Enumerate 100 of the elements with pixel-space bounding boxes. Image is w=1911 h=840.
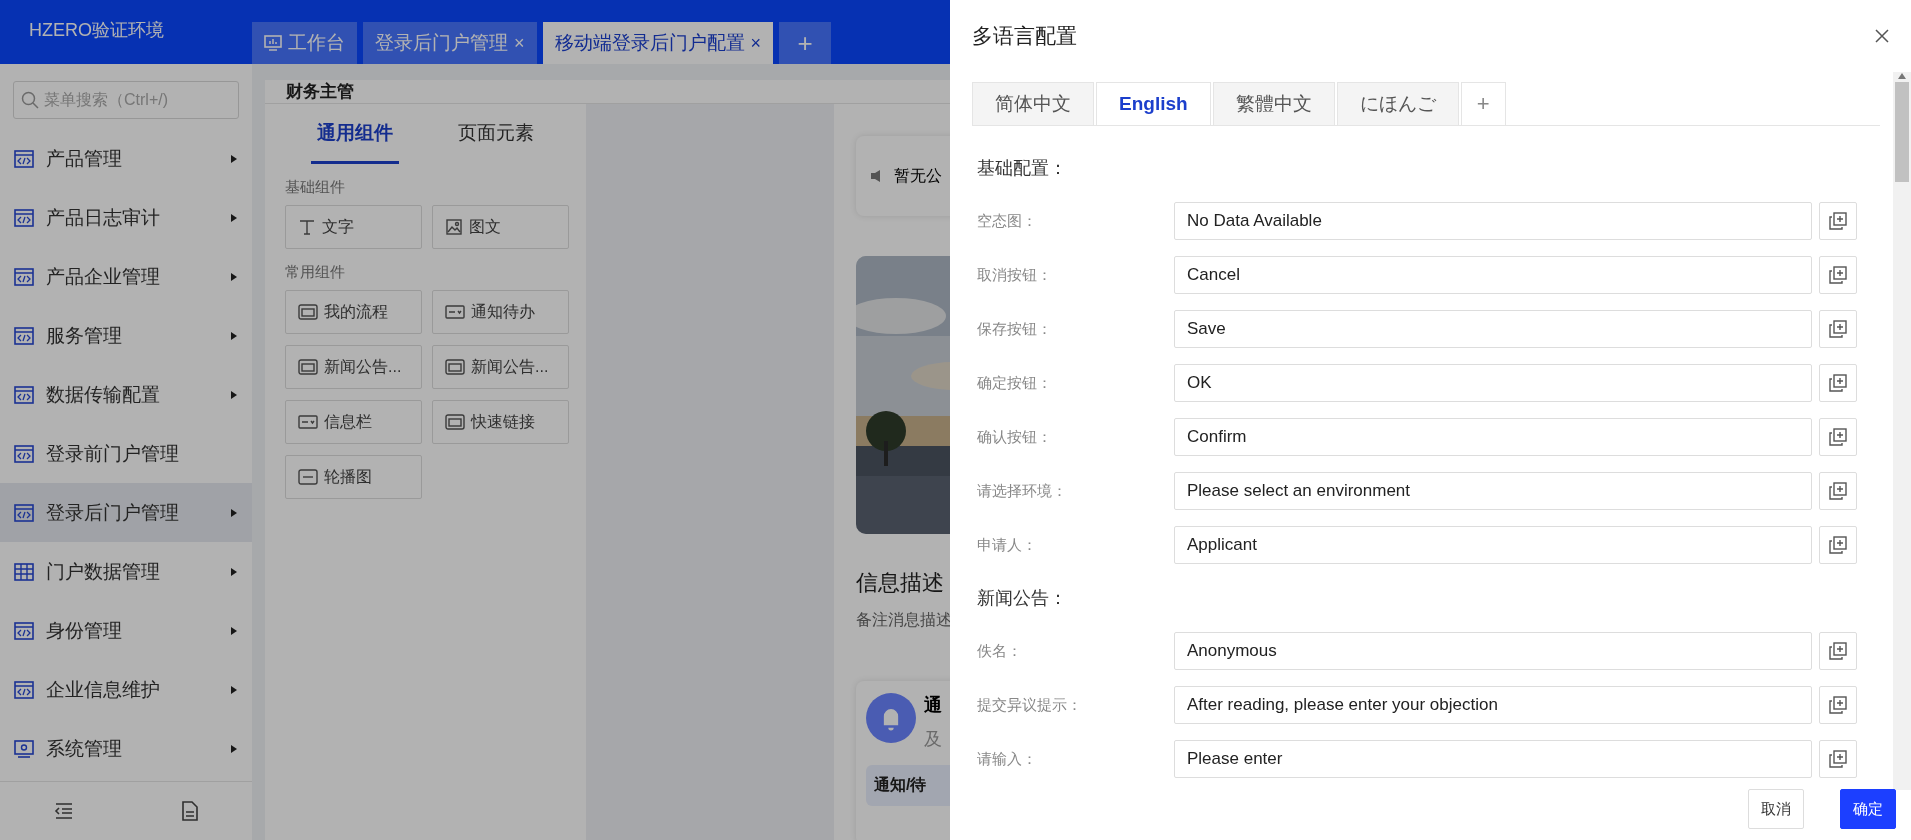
collapse-menu-icon[interactable] [54, 803, 74, 819]
text-input[interactable]: Please select an environment [1174, 472, 1812, 510]
sidebar-item[interactable]: 登录前门户管理 [0, 424, 252, 483]
add-language-button[interactable]: + [1460, 82, 1506, 125]
notification-text: 及 [924, 728, 942, 751]
text-input[interactable]: Applicant [1174, 526, 1812, 564]
language-tab[interactable]: 繁體中文 [1212, 82, 1335, 125]
menu-search-field[interactable]: 菜单搜索（Ctrl+/) [13, 81, 239, 119]
drawer-title: 多语言配置 [972, 23, 1077, 49]
code-window-icon [14, 621, 34, 640]
text-input[interactable]: No Data Available [1174, 202, 1812, 240]
component-item[interactable]: 通知待办 [432, 290, 569, 334]
copy-button[interactable] [1819, 364, 1857, 402]
language-tab[interactable]: にほんご [1336, 82, 1459, 125]
copy-icon [1829, 320, 1847, 338]
copy-button[interactable] [1819, 256, 1857, 294]
component-item[interactable]: 轮播图 [285, 455, 422, 499]
code-window-icon [14, 149, 34, 168]
component-item[interactable]: 图文 [432, 205, 569, 249]
code-window-icon [14, 680, 34, 699]
text-input[interactable]: OK [1174, 364, 1812, 402]
page-title: 财务主管 [265, 80, 950, 104]
table-icon [14, 562, 34, 581]
copy-button[interactable] [1819, 740, 1857, 778]
document-icon[interactable] [182, 801, 198, 821]
sidebar-item[interactable]: 身份管理 [0, 601, 252, 660]
card-icon [445, 359, 465, 375]
page-tab[interactable]: 移动端登录后门户配置 × [542, 22, 774, 64]
text-input[interactable]: Anonymous [1174, 632, 1812, 670]
copy-icon [1829, 374, 1847, 392]
text-icon [298, 218, 316, 236]
component-item[interactable]: 新闻公告... [432, 345, 569, 389]
field-label: 确定按钮： [977, 373, 1053, 393]
sidebar-item[interactable]: 系统管理 [0, 719, 252, 778]
component-item[interactable]: 我的流程 [285, 290, 422, 334]
component-item[interactable]: 信息栏 [285, 400, 422, 444]
copy-icon [1829, 696, 1847, 714]
search-icon [21, 91, 39, 109]
panel-tab[interactable]: 页面元素 [451, 104, 540, 164]
sidebar-item[interactable]: 登录后门户管理 [0, 483, 252, 542]
copy-icon [1829, 536, 1847, 554]
field-label: 请输入： [977, 749, 1038, 769]
panel-tab[interactable]: 通用组件 [311, 104, 400, 164]
code-window-icon [14, 444, 34, 463]
group-title: 基础组件 [285, 178, 346, 197]
card-icon [445, 414, 465, 430]
code-window-icon [14, 385, 34, 404]
field-label: 保存按钮： [977, 319, 1053, 339]
copy-button[interactable] [1819, 526, 1857, 564]
section-title: 基础配置： [976, 157, 1068, 180]
text-input[interactable]: Confirm [1174, 418, 1812, 456]
field-label: 空态图： [977, 211, 1038, 231]
message-bar-icon [298, 415, 318, 429]
component-item[interactable]: 新闻公告... [285, 345, 422, 389]
card-icon [298, 304, 318, 320]
cancel-button[interactable]: 取消 [1748, 789, 1804, 829]
scrollbar[interactable] [1893, 72, 1911, 790]
sidebar-item[interactable]: 产品企业管理 [0, 247, 252, 306]
copy-button[interactable] [1819, 472, 1857, 510]
copy-button[interactable] [1819, 418, 1857, 456]
close-tab-icon[interactable]: × [750, 32, 762, 54]
text-input[interactable]: Save [1174, 310, 1812, 348]
copy-icon [1829, 266, 1847, 284]
copy-button[interactable] [1819, 632, 1857, 670]
field-label: 申请人： [977, 535, 1038, 555]
scroll-thumb[interactable] [1895, 82, 1909, 182]
language-tab[interactable]: English [1096, 82, 1211, 125]
notice-text: 暂无公 [894, 165, 942, 186]
carousel-icon [298, 469, 318, 485]
language-tab[interactable]: 简体中文 [972, 82, 1094, 125]
sidebar-item[interactable]: 产品管理 [0, 129, 252, 188]
component-item[interactable]: 文字 [285, 205, 422, 249]
card-icon [298, 359, 318, 375]
sidebar-item[interactable]: 产品日志审计 [0, 188, 252, 247]
monitor-icon [264, 34, 282, 52]
copy-icon [1829, 482, 1847, 500]
text-input[interactable]: Cancel [1174, 256, 1812, 294]
field-label: 取消按钮： [977, 265, 1053, 285]
sidebar-item[interactable]: 企业信息维护 [0, 660, 252, 719]
sidebar-item[interactable]: 门户数据管理 [0, 542, 252, 601]
copy-icon [1829, 750, 1847, 768]
monitor-icon [14, 739, 34, 758]
text-input[interactable]: After reading, please enter your objection [1174, 686, 1812, 724]
sidebar-item[interactable]: 服务管理 [0, 306, 252, 365]
code-window-icon [14, 208, 34, 227]
component-item[interactable]: 快速链接 [432, 400, 569, 444]
confirm-button[interactable]: 确定 [1840, 789, 1896, 829]
code-window-icon [14, 267, 34, 286]
text-input[interactable]: Please enter [1174, 740, 1812, 778]
close-icon [1875, 29, 1889, 43]
message-bar-icon [445, 305, 465, 319]
copy-button[interactable] [1819, 686, 1857, 724]
app-title: HZERO验证环境 [28, 19, 165, 42]
copy-button[interactable] [1819, 202, 1857, 240]
copy-icon [1829, 212, 1847, 230]
scroll-up-arrow-icon[interactable] [1897, 72, 1907, 80]
bell-icon [866, 693, 916, 743]
copy-button[interactable] [1819, 310, 1857, 348]
field-label: 确认按钮： [977, 427, 1053, 447]
sidebar-item[interactable]: 数据传输配置 [0, 365, 252, 424]
